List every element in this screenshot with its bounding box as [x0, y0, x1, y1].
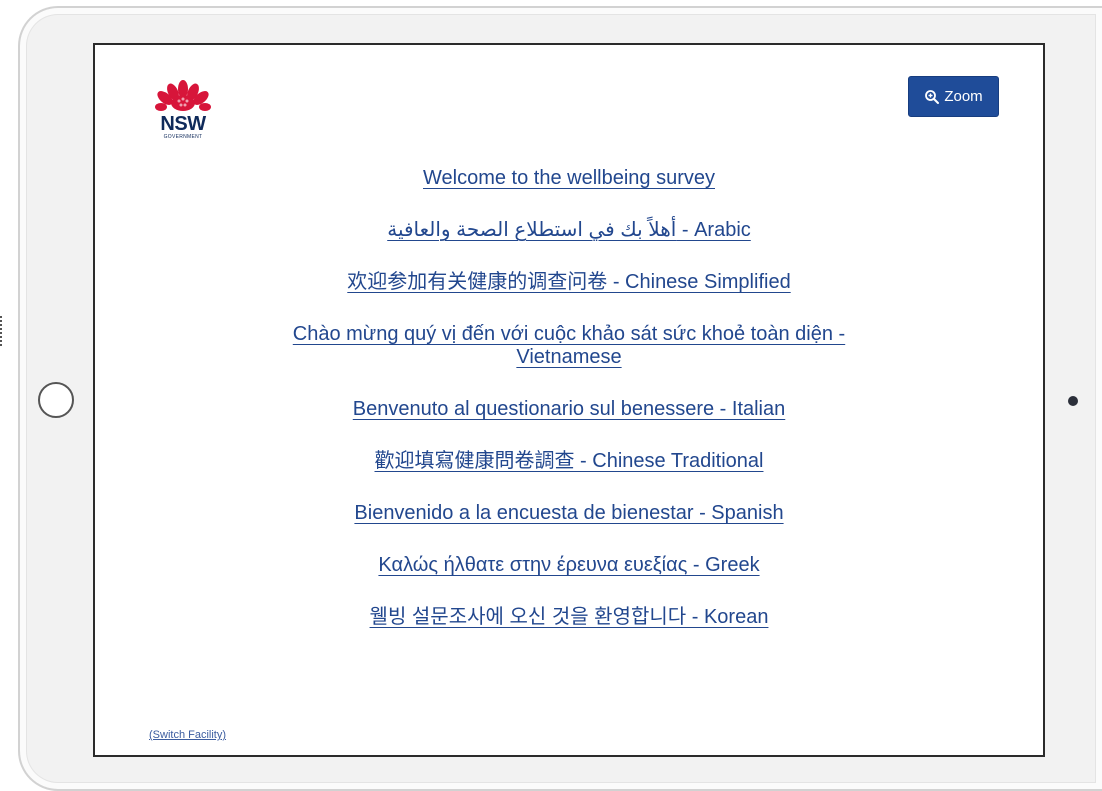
logo-subtext: GOVERNMENT	[163, 134, 203, 140]
switch-facility-link[interactable]: (Switch Facility)	[149, 729, 226, 741]
link-korean[interactable]: 웰빙 설문조사에 오신 것을 환영합니다 - Korean	[370, 606, 769, 629]
waratah-icon	[155, 80, 211, 111]
language-list: Welcome to the wellbeing survey أهلاً بك…	[95, 167, 1043, 658]
logo-text: NSW	[160, 113, 206, 135]
switch-facility-label: (Switch Facility)	[149, 729, 227, 741]
link-arabic[interactable]: أهلاً بك في استطلاع الصحة والعافية - Ara…	[387, 219, 751, 242]
nsw-logo: NSW GOVERNMENT	[155, 79, 211, 141]
link-vietnamese[interactable]: Chào mừng quý vị đến với cuộc khảo sát s…	[259, 323, 879, 369]
survey-screen: NSW GOVERNMENT Zoom Welcome to the wellb…	[93, 43, 1045, 757]
link-chinese-traditional[interactable]: 歡迎填寫健康問卷調查 - Chinese Traditional	[375, 450, 764, 473]
link-chinese-simplified[interactable]: 欢迎参加有关健康的调查问卷 - Chinese Simplified	[347, 271, 790, 294]
zoom-in-icon	[925, 89, 940, 104]
link-italian[interactable]: Benvenuto al questionario sul benessere …	[353, 398, 786, 421]
link-greek[interactable]: Καλώς ήλθατε στην έρευνα ευεξίας - Greek	[378, 554, 759, 577]
zoom-label: Zoom	[944, 88, 983, 105]
camera-dot	[1068, 396, 1078, 406]
zoom-button[interactable]: Zoom	[908, 76, 999, 117]
link-english[interactable]: Welcome to the wellbeing survey	[423, 167, 715, 190]
home-button[interactable]	[38, 382, 74, 418]
link-spanish[interactable]: Bienvenido a la encuesta de bienestar - …	[354, 502, 783, 525]
edge-marks	[0, 316, 5, 346]
